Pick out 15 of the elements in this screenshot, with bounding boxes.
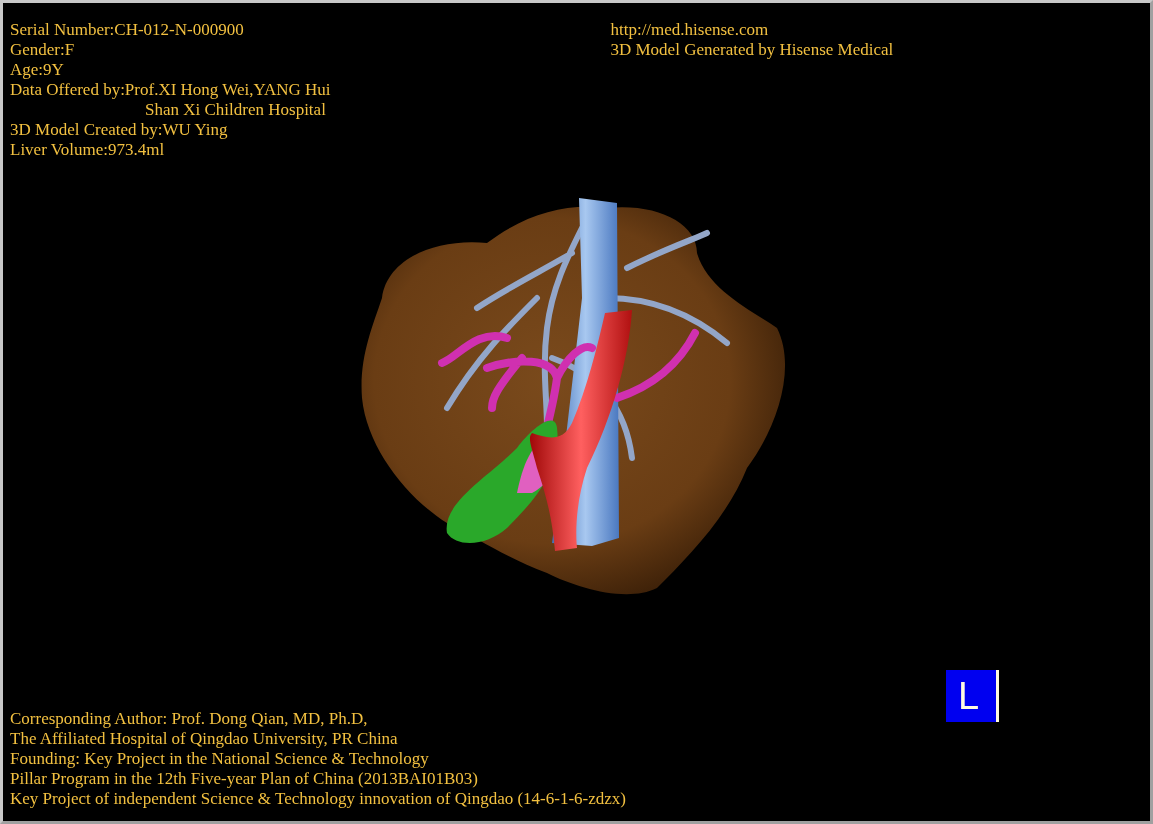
credit-text: Pillar Program in the 12th Five-year Plan of China (2013BAI01B03)	[10, 769, 479, 789]
credit-text: Key Project of independent Science & Technology innovation of Qingdao (14-6-1-6-zdzx)	[10, 789, 627, 809]
info-text: Gender:F	[10, 40, 76, 60]
info-text: Shan Xi Children Hospital	[144, 100, 327, 120]
info-text: 3D Model Generated by Hisense Medical	[610, 40, 894, 60]
credit-text: Founding: Key Project in the National Science & Technology	[10, 749, 430, 769]
credit-text: The Affiliated Hospital of Qingdao University, PR China	[10, 729, 399, 749]
info-text: Age:9Y	[10, 60, 65, 80]
info-text: http://med.hisense.com	[610, 20, 770, 40]
info-text: Data Offered by:Prof.XI Hong Wei,YANG Hui	[10, 80, 331, 100]
credit-text: Corresponding Author: Prof. Dong Qian, MD, Ph.D,	[10, 709, 369, 729]
info-text: 3D Model Created by:WU Ying	[10, 120, 229, 140]
info-text: Liver Volume:973.4ml	[10, 140, 166, 160]
info-text: Serial Number:CH-012-N-000900	[10, 20, 245, 40]
orientation-marker: L	[946, 670, 999, 722]
